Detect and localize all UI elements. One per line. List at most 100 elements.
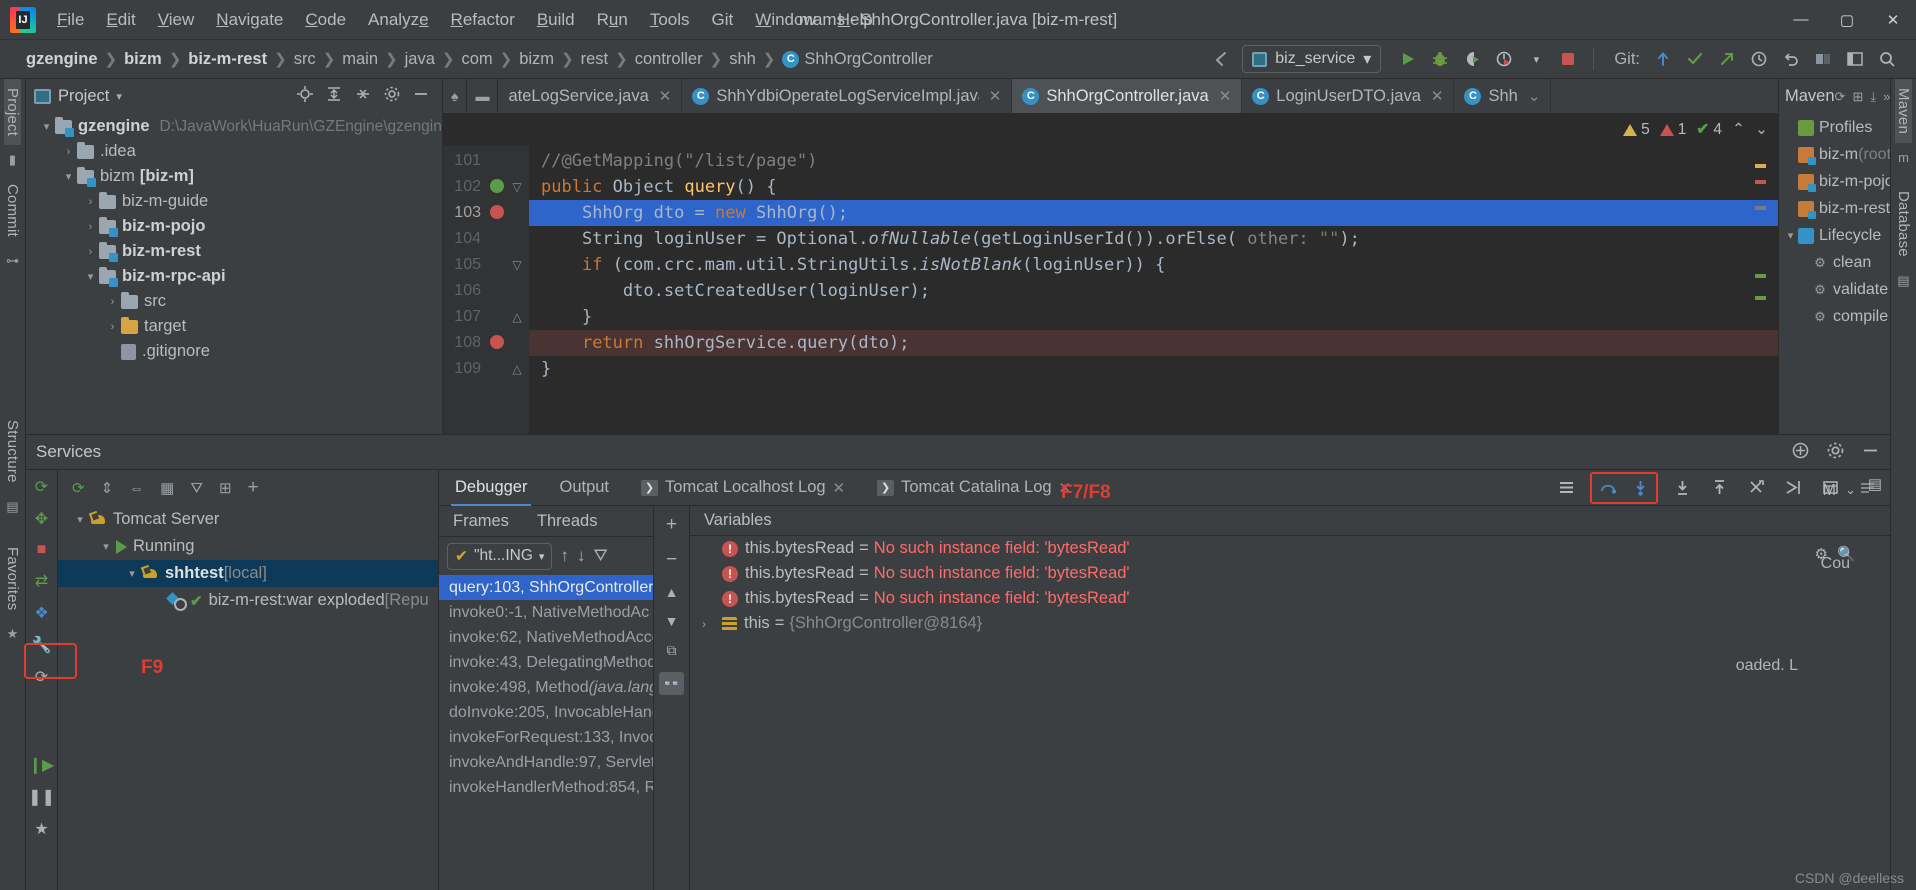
collapse-all-icon[interactable] [354, 85, 372, 108]
menu-bar[interactable]: File Edit View Navigate Code Analyze Ref… [46, 6, 884, 34]
push-icon[interactable] [1712, 45, 1742, 73]
expand-all-icon[interactable] [325, 85, 343, 108]
code-fold-icon[interactable]: ▽ [507, 180, 527, 194]
frame-item-5[interactable]: doInvoke:205, InvocableHand [439, 700, 653, 725]
tab-output[interactable]: Output [543, 470, 625, 506]
breakpoint-icon[interactable] [487, 204, 507, 222]
history-icon[interactable] [1744, 45, 1774, 73]
add-icon[interactable]: + [248, 477, 259, 499]
stop-icon[interactable] [1553, 45, 1583, 73]
code-fold-icon[interactable]: △ [507, 362, 527, 376]
gutter-line-101[interactable]: 101 [443, 148, 529, 174]
collapse-all-icon[interactable]: ⇔ [129, 480, 144, 497]
frame-item-0[interactable]: query:103, ShhOrgController [439, 575, 653, 600]
search-everywhere-icon[interactable] [1872, 45, 1902, 73]
refresh-icon[interactable]: ⟳ [1835, 89, 1846, 105]
force-step-into-icon[interactable] [1669, 475, 1695, 501]
menu-item-view[interactable]: View [147, 6, 206, 34]
debugger-tabs[interactable]: Debugger Output ❯ Tomcat Localhost Log ✕… [439, 470, 1890, 506]
frames-header[interactable]: Frames [439, 506, 523, 536]
step-out-icon[interactable] [1706, 475, 1732, 501]
add-maven-icon[interactable]: ⊞ [1852, 89, 1863, 105]
project-tree-item-biz-m-guide[interactable]: › biz-m-guide [26, 189, 442, 214]
stop-icon[interactable]: ■ [37, 541, 47, 559]
chevron-down-icon[interactable]: ▾ [96, 540, 116, 553]
previous-problem-icon[interactable]: ⌃ [1732, 120, 1745, 139]
close-icon[interactable]: ✕ [659, 87, 672, 105]
threads-header[interactable]: Threads [523, 506, 612, 536]
gutter-line-108[interactable]: 108 [443, 330, 529, 356]
variable-row-2[interactable]: ! this.bytesRead = No such instance field: … [690, 586, 1890, 611]
back-arrow-icon[interactable] [1206, 45, 1236, 73]
filter-icon[interactable]: ⛛ [190, 480, 203, 497]
services-tree[interactable]: ▾ Tomcat Server ▾ Running ▾ shhtest [local] ✔ b… [58, 506, 438, 614]
project-tree-item-biz-m-rpc-api[interactable]: ▾ biz-m-rpc-api [26, 264, 442, 289]
menu-item-git[interactable]: Git [701, 6, 745, 34]
copy-icon[interactable]: ⧉ [667, 642, 677, 659]
menu-item-code[interactable]: Code [294, 6, 357, 34]
layout-settings-icon[interactable]: ▤ [1868, 475, 1882, 493]
menu-item-navigate[interactable]: Navigate [205, 6, 294, 34]
project-tree-item-biz-m-rest[interactable]: › biz-m-rest [26, 239, 442, 264]
sidebar-item-maven[interactable]: Maven [1895, 79, 1912, 144]
variable-row-1[interactable]: ! this.bytesRead = No such instance field: … [690, 561, 1890, 586]
settings-icon[interactable] [1826, 441, 1845, 464]
editor-tab-4[interactable]: C Shh ⌄ [1454, 79, 1552, 113]
gutter-line-103[interactable]: 103 [443, 200, 529, 226]
chevron-right-icon[interactable]: › [702, 617, 722, 631]
breakpoint-icon[interactable] [487, 334, 507, 352]
deploy-icon[interactable]: ✥ [35, 509, 48, 529]
breadcrumb-item-8[interactable]: rest [581, 50, 609, 69]
close-icon[interactable]: ✕ [989, 87, 1002, 105]
chevron-right-icon[interactable]: › [60, 146, 77, 158]
debugger-toolbar[interactable] [1553, 471, 1890, 504]
maven-item-clean[interactable]: ⚙ clean [1779, 249, 1890, 276]
maven-item-biz-m-rest[interactable]: biz-m-rest [1779, 195, 1890, 222]
close-icon[interactable]: ✕ [1431, 87, 1444, 105]
variables-action-rail[interactable]: + − ▲ ▼ ⧉ 👓 [654, 506, 690, 890]
chevron-down-icon[interactable]: ▾ [122, 567, 142, 580]
gutter-line-104[interactable]: 104 [443, 226, 529, 252]
breadcrumb-item-10[interactable]: shh [729, 50, 756, 69]
project-tree-item-gzengine[interactable]: ▾ gzengine D:\JavaWork\HuaRun\GZEngine\gze… [26, 114, 442, 139]
add-watch-icon[interactable]: + [666, 514, 677, 536]
undo-icon[interactable] [1776, 45, 1806, 73]
chevron-down-icon[interactable]: ▾ [539, 550, 545, 563]
frame-item-4[interactable]: invoke:498, Method (java.lang [439, 675, 653, 700]
redeploy-icon[interactable]: ⇄ [35, 571, 48, 591]
frame-down-icon[interactable]: ↓ [577, 546, 586, 566]
chevron-right-icon[interactable]: › [104, 321, 121, 333]
minimize-tabs-icon[interactable]: ▬ [467, 79, 499, 113]
code-fold-icon[interactable]: ▽ [507, 258, 527, 272]
sidebar-item-favorites[interactable]: Favorites [4, 538, 21, 620]
chevron-right-icon[interactable]: › [82, 221, 99, 233]
services-tree-item-biz-m-restwarexploded[interactable]: ✔ biz-m-rest:war exploded [Repu [58, 587, 438, 614]
tab-tomcat-localhost-log[interactable]: ❯ Tomcat Localhost Log ✕ [625, 470, 861, 506]
project-tree-item-idea[interactable]: › .idea [26, 139, 442, 164]
close-icon[interactable]: ✕ [833, 479, 846, 497]
sidebar-item-project[interactable]: Project [4, 79, 21, 146]
chevron-right-icon[interactable]: › [104, 296, 121, 308]
chevron-down-icon[interactable]: ▾ [82, 270, 99, 283]
debug-icon[interactable] [1425, 45, 1455, 73]
menu-item-file[interactable]: File [46, 6, 95, 34]
remove-watch-icon[interactable]: − [666, 549, 677, 571]
gutter-line-107[interactable]: 107 △ [443, 304, 529, 330]
variable-row-0[interactable]: ! this.bytesRead = No such instance field: … [690, 536, 1890, 561]
sidebar-item-database[interactable]: Database [1895, 182, 1912, 266]
services-tree-item-Running[interactable]: ▾ Running [58, 533, 438, 560]
inspect-icon[interactable]: 👓 [658, 672, 685, 695]
hide-icon[interactable] [1861, 441, 1880, 464]
add-service-icon[interactable] [1791, 441, 1810, 464]
checks-count[interactable]: ✔ 4 [1696, 120, 1722, 139]
project-tree-item-biz-m-pojo[interactable]: › biz-m-pojo [26, 214, 442, 239]
menu-item-window[interactable]: Window [744, 6, 826, 34]
filter-icon[interactable]: ⛛ [593, 546, 607, 566]
breadcrumb-item-7[interactable]: bizm [519, 50, 554, 69]
locate-icon[interactable] [296, 85, 314, 108]
thread-selector-bar[interactable]: ✔ "ht...ING ▾ ↑ ↓ ⛛ [439, 537, 653, 575]
close-icon[interactable]: ✕ [1219, 87, 1232, 105]
inspection-widget[interactable]: 5 1 ✔ 4 ⌃ ⌄ [443, 113, 1778, 146]
editor-tab-3[interactable]: C LoginUserDTO.java ✕ [1242, 79, 1455, 113]
frame-item-2[interactable]: invoke:62, NativeMethodAcce [439, 625, 653, 650]
